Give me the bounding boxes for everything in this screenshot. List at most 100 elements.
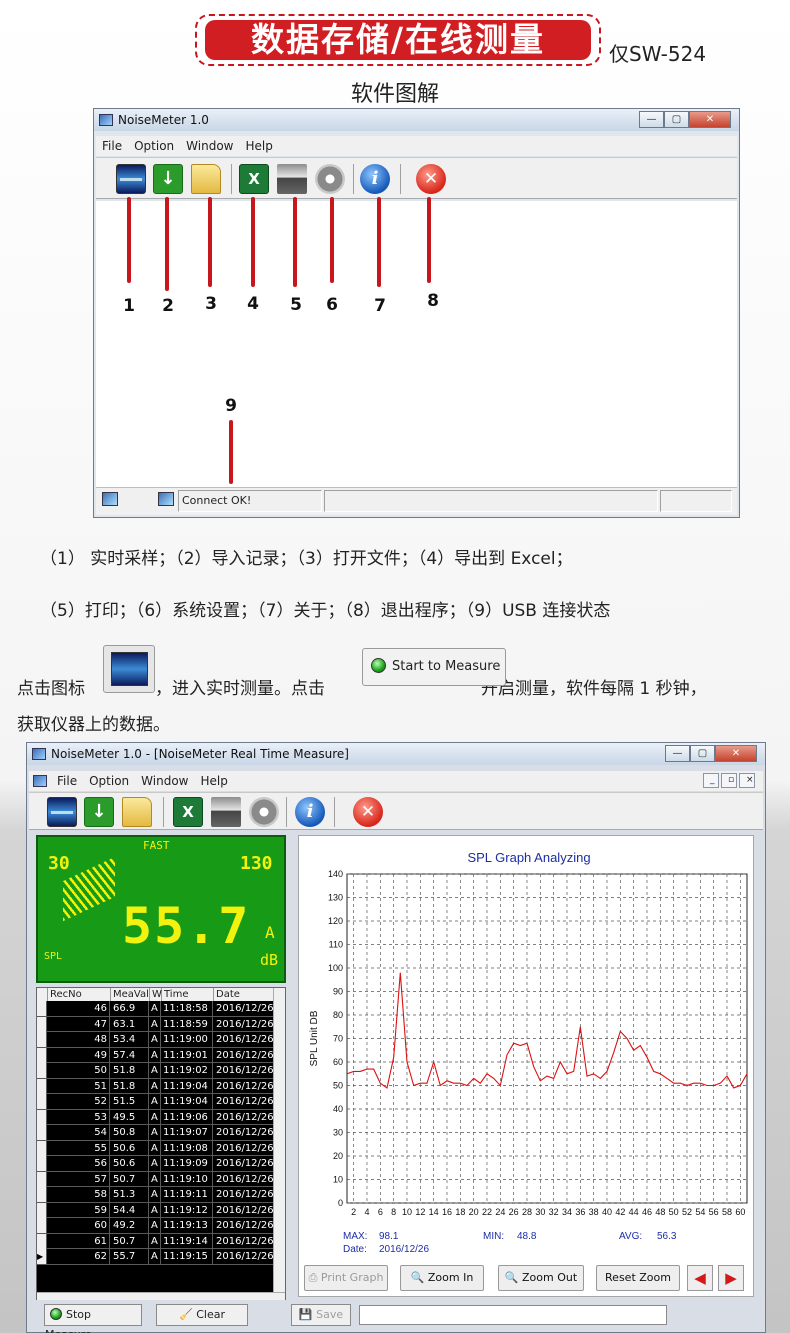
table-row[interactable]: 46 66.9 A 11:18:58 2016/12/26: [37, 1001, 275, 1017]
row-selector[interactable]: [37, 1125, 47, 1140]
table-vertical-scrollbar[interactable]: [273, 988, 285, 1292]
table-row[interactable]: 60 49.2 A 11:19:13 2016/12/26: [37, 1218, 275, 1234]
row-selector[interactable]: [37, 1202, 47, 1218]
col-w[interactable]: W: [150, 988, 162, 1001]
menu-help[interactable]: Help: [239, 136, 278, 156]
menu-help[interactable]: Help: [194, 771, 233, 791]
cell-recno: 58: [48, 1187, 110, 1202]
row-selector[interactable]: [37, 1187, 47, 1202]
menu-option[interactable]: Option: [128, 136, 180, 156]
cell-date: 2016/12/26: [216, 1218, 275, 1233]
stat-min-label: MIN:: [483, 1231, 504, 1242]
close-button[interactable]: ✕: [689, 111, 731, 128]
mdi-minimize-button[interactable]: _: [703, 773, 719, 788]
minimize-button[interactable]: —: [639, 111, 664, 128]
row-selector[interactable]: ▶: [37, 1249, 47, 1264]
menu-file[interactable]: File: [96, 136, 128, 156]
settings-gear-icon[interactable]: [249, 797, 279, 827]
import-records-icon[interactable]: ↓: [153, 164, 183, 194]
table-row[interactable]: ▶ 62 55.7 A 11:19:15 2016/12/26: [37, 1249, 275, 1265]
cell-time: 11:19:06: [162, 1109, 213, 1125]
table-row[interactable]: 59 54.4 A 11:19:12 2016/12/26: [37, 1202, 275, 1218]
zoom-out-button[interactable]: 🔍 Zoom Out: [498, 1265, 584, 1291]
table-row[interactable]: 61 50.7 A 11:19:14 2016/12/26: [37, 1233, 275, 1249]
reset-zoom-button[interactable]: Reset Zoom: [596, 1265, 680, 1291]
table-row[interactable]: 54 50.8 A 11:19:07 2016/12/26: [37, 1125, 275, 1141]
menu-window[interactable]: Window: [135, 771, 194, 791]
stat-date-value: 2016/12/26: [379, 1244, 429, 1255]
zoom-in-button[interactable]: 🔍 Zoom In: [400, 1265, 484, 1291]
table-row[interactable]: 53 49.5 A 11:19:06 2016/12/26: [37, 1109, 275, 1125]
realtime-sampling-icon[interactable]: [47, 797, 77, 827]
row-selector[interactable]: [37, 1156, 47, 1171]
table-row[interactable]: 52 51.5 A 11:19:04 2016/12/26: [37, 1094, 275, 1110]
stop-measure-button[interactable]: Stop Measure: [44, 1304, 142, 1333]
close-button[interactable]: ✕: [715, 745, 757, 762]
toolbar-separator: [231, 164, 232, 194]
row-selector[interactable]: [37, 1233, 47, 1249]
realtime-sampling-icon[interactable]: [116, 164, 146, 194]
scroll-right-icon[interactable]: ▶: [718, 1265, 744, 1291]
cell-time: 11:18:59: [162, 1016, 213, 1032]
row-selector[interactable]: [37, 1078, 47, 1094]
row-selector[interactable]: [37, 1016, 47, 1032]
row-selector[interactable]: [37, 1094, 47, 1109]
open-file-icon[interactable]: [191, 164, 221, 194]
print-icon[interactable]: [277, 164, 307, 194]
table-row[interactable]: 49 57.4 A 11:19:01 2016/12/26: [37, 1047, 275, 1063]
exit-icon[interactable]: ✕: [353, 797, 383, 827]
exit-icon[interactable]: ✕: [416, 164, 446, 194]
table-row[interactable]: 57 50.7 A 11:19:10 2016/12/26: [37, 1171, 275, 1187]
maximize-button[interactable]: ▢: [664, 111, 689, 128]
open-file-icon[interactable]: [122, 797, 152, 827]
table-row[interactable]: 58 51.3 A 11:19:11 2016/12/26: [37, 1187, 275, 1203]
maximize-button[interactable]: ▢: [690, 745, 715, 762]
row-selector[interactable]: [37, 1109, 47, 1125]
cell-recno: 57: [48, 1171, 110, 1187]
x-tick-label: 56: [709, 1207, 719, 1217]
mdi-restore-button[interactable]: ▫: [721, 773, 737, 788]
export-excel-icon[interactable]: X: [173, 797, 203, 827]
clear-button[interactable]: 🧹 Clear: [156, 1304, 248, 1326]
menu-option[interactable]: Option: [83, 771, 135, 791]
x-tick-label: 36: [575, 1207, 585, 1217]
row-selector[interactable]: [37, 1063, 47, 1078]
row-selector[interactable]: [37, 1001, 47, 1016]
row-selector[interactable]: [37, 1218, 47, 1233]
col-meaval[interactable]: MeaVal: [111, 988, 150, 1001]
table-row[interactable]: 55 50.6 A 11:19:08 2016/12/26: [37, 1140, 275, 1156]
table-row[interactable]: 50 51.8 A 11:19:02 2016/12/26: [37, 1063, 275, 1079]
table-row[interactable]: 56 50.6 A 11:19:09 2016/12/26: [37, 1156, 275, 1172]
print-graph-button[interactable]: ⎙ Print Graph: [304, 1265, 388, 1291]
scroll-left-icon[interactable]: ◀: [687, 1265, 713, 1291]
table-row[interactable]: 47 63.1 A 11:18:59 2016/12/26: [37, 1016, 275, 1032]
connection-icon: [158, 492, 174, 506]
export-excel-icon[interactable]: X: [239, 164, 269, 194]
row-selector[interactable]: [37, 1047, 47, 1063]
row-selector[interactable]: [37, 1032, 47, 1047]
print-icon[interactable]: [211, 797, 241, 827]
menu-window[interactable]: Window: [180, 136, 239, 156]
settings-gear-icon[interactable]: [315, 164, 345, 194]
table-row[interactable]: 51 51.8 A 11:19:04 2016/12/26: [37, 1078, 275, 1094]
table-row[interactable]: 48 53.4 A 11:19:00 2016/12/26: [37, 1032, 275, 1048]
about-info-icon[interactable]: i: [295, 797, 325, 827]
col-recno[interactable]: RecNo: [48, 988, 111, 1001]
col-date[interactable]: Date: [214, 988, 275, 1001]
about-info-icon[interactable]: i: [360, 164, 390, 194]
mdi-close-button[interactable]: ×: [739, 773, 755, 788]
minimize-button[interactable]: —: [665, 745, 690, 762]
menu-file[interactable]: File: [51, 771, 83, 791]
import-records-icon[interactable]: ↓: [84, 797, 114, 827]
save-button[interactable]: 💾 Save: [291, 1304, 351, 1326]
row-selector[interactable]: [37, 1140, 47, 1156]
clear-label: Clear: [196, 1308, 225, 1321]
cell-recno: 62: [48, 1249, 110, 1264]
col-time[interactable]: Time: [162, 988, 214, 1001]
row-selector[interactable]: [37, 1171, 47, 1187]
x-tick-label: 60: [735, 1207, 745, 1217]
file-path-input[interactable]: [359, 1305, 667, 1325]
records-table[interactable]: RecNo MeaVal W Time Date 46 66.9 A 11:18:58…: [36, 987, 286, 1305]
cell-meaval: 50.7: [111, 1233, 149, 1249]
cell-meaval: 50.6: [111, 1156, 149, 1171]
